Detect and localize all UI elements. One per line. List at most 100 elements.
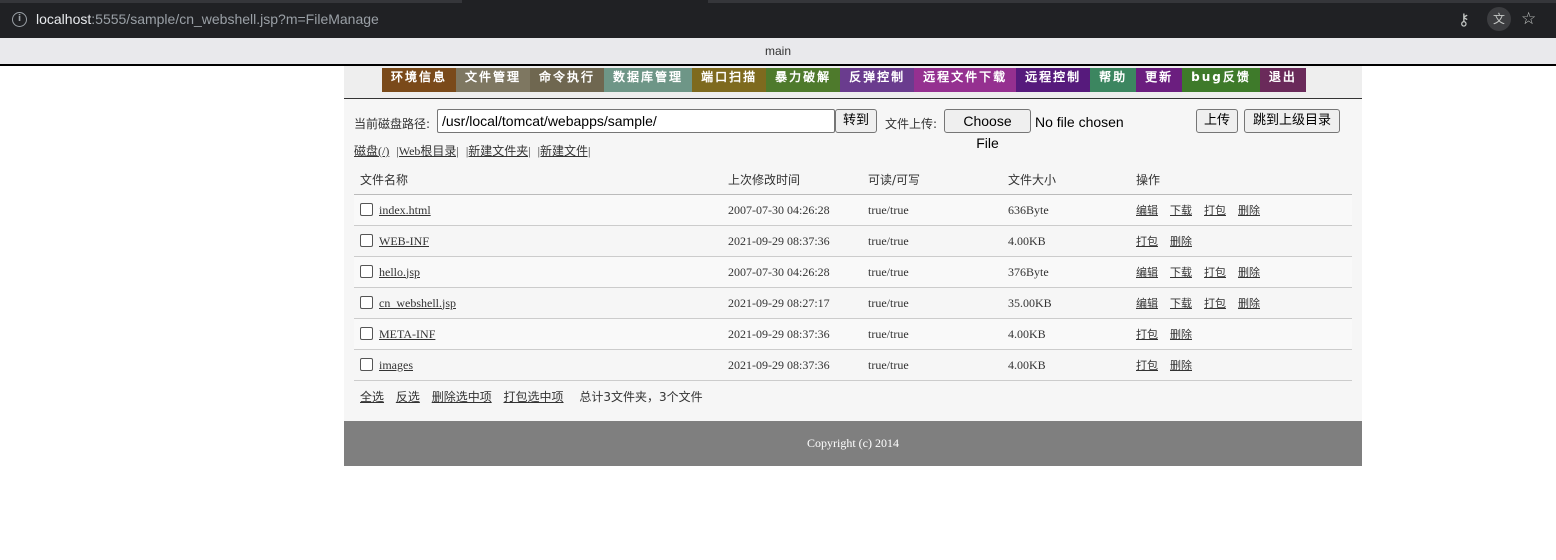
rw-cell: true/true xyxy=(862,318,1002,350)
table-row: index.html 2007-07-30 04:26:28 true/true 63… xyxy=(354,194,1352,226)
frame-title: main xyxy=(764,44,791,58)
path-label: 当前磁盘路径: xyxy=(354,117,431,131)
url-field[interactable]: localhost:5555/sample/cn_webshell.jsp?m=… xyxy=(36,11,379,27)
nav-item[interactable]: bug反馈 xyxy=(1182,68,1260,92)
op-link[interactable]: 打包 xyxy=(1204,297,1226,310)
nav-item[interactable]: 命令执行 xyxy=(530,68,605,92)
new-folder-link[interactable]: |新建文件夹| xyxy=(466,144,531,158)
table-row: cn_webshell.jsp 2021-09-29 08:27:17 true/t… xyxy=(354,287,1352,319)
file-name-link[interactable]: index.html xyxy=(379,203,431,217)
url-path: :5555/sample/cn_webshell.jsp?m=FileManag… xyxy=(91,11,379,27)
header-rw: 可读/可写 xyxy=(862,164,1002,195)
op-link[interactable]: 删除 xyxy=(1170,235,1192,248)
row-checkbox[interactable] xyxy=(360,265,373,279)
ops-cell: 编辑 下载 打包 删除 xyxy=(1130,287,1352,319)
op-link[interactable]: 删除 xyxy=(1170,359,1192,372)
key-icon[interactable]: ⚷ xyxy=(1458,10,1470,29)
bulk-actions: 全选 反选 删除选中项 打包选中项 总计3文件夹，3个文件 xyxy=(360,388,703,405)
tab-strip xyxy=(0,0,1556,3)
file-name-cell: cn_webshell.jsp xyxy=(354,287,722,319)
nav-item[interactable]: 远程文件下载 xyxy=(914,68,1017,92)
rw-cell: true/true xyxy=(862,349,1002,381)
size-cell: 4.00KB xyxy=(1002,225,1130,257)
header-name: 文件名称 xyxy=(354,164,722,195)
ops-cell: 打包 删除 xyxy=(1130,225,1352,257)
info-icon[interactable]: i xyxy=(12,12,27,27)
op-link[interactable]: 打包 xyxy=(1204,266,1226,279)
op-link[interactable]: 打包 xyxy=(1136,235,1158,248)
nav-item[interactable]: 退出 xyxy=(1259,68,1306,92)
op-link[interactable]: 下载 xyxy=(1170,266,1192,279)
nav-item[interactable]: 远程控制 xyxy=(1016,68,1091,92)
file-name-cell: hello.jsp xyxy=(354,256,722,288)
file-name-cell: images xyxy=(354,349,722,381)
modified-cell: 2007-07-30 04:26:28 xyxy=(722,256,862,288)
nav-item[interactable]: 数据库管理 xyxy=(604,68,693,92)
table-row: images 2021-09-29 08:37:36 true/true 4.00KB… xyxy=(354,349,1352,381)
size-cell: 35.00KB xyxy=(1002,287,1130,319)
browser-address-bar: i localhost:5555/sample/cn_webshell.jsp?… xyxy=(0,0,1556,38)
select-all-link[interactable]: 全选 xyxy=(360,390,384,404)
header-ops: 操作 xyxy=(1130,164,1352,195)
op-link[interactable]: 下载 xyxy=(1170,204,1192,217)
upload-label: 文件上传: xyxy=(885,117,938,131)
main-nav: 环境信息 文件管理 命令执行 数据库管理 端口扫描 暴力破解 反弹控制 远程文件下载 远程控制帮… xyxy=(344,66,1362,99)
row-checkbox[interactable] xyxy=(360,327,373,341)
active-tab[interactable] xyxy=(462,0,708,3)
page-container: 环境信息 文件管理 命令执行 数据库管理 端口扫描 暴力破解 反弹控制 远程文件下载 远程控制帮… xyxy=(344,66,1362,466)
new-file-link[interactable]: |新建文件| xyxy=(538,144,591,158)
nav-item[interactable]: 文件管理 xyxy=(456,68,531,92)
nav-item[interactable]: 暴力破解 xyxy=(766,68,841,92)
file-name-link[interactable]: hello.jsp xyxy=(379,265,420,279)
file-name-link[interactable]: META-INF xyxy=(379,327,435,341)
translate-icon[interactable]: 文 xyxy=(1487,7,1511,31)
delete-selected-link[interactable]: 删除选中项 xyxy=(432,390,492,404)
star-icon[interactable]: ☆ xyxy=(1521,9,1536,29)
row-checkbox[interactable] xyxy=(360,358,373,372)
op-link[interactable]: 编辑 xyxy=(1136,204,1158,217)
op-link[interactable]: 编辑 xyxy=(1136,266,1158,279)
op-link[interactable]: 删除 xyxy=(1238,266,1260,279)
op-link[interactable]: 编辑 xyxy=(1136,297,1158,310)
op-link[interactable]: 删除 xyxy=(1238,297,1260,310)
size-cell: 376Byte xyxy=(1002,256,1130,288)
op-link[interactable]: 删除 xyxy=(1238,204,1260,217)
rw-cell: true/true xyxy=(862,225,1002,257)
file-name-link[interactable]: WEB-INF xyxy=(379,234,429,248)
quick-links: 磁盘(/) |Web根目录| |新建文件夹| |新建文件| xyxy=(354,142,594,159)
web-root-link[interactable]: |Web根目录| xyxy=(396,144,459,158)
path-toolbar: 当前磁盘路径: 转到 文件上传: Choose File No file cho… xyxy=(354,109,1354,151)
modified-cell: 2021-09-29 08:37:36 xyxy=(722,318,862,350)
table-header: 文件名称 上次修改时间 可读/可写 文件大小 操作 xyxy=(354,164,1352,195)
file-name-link[interactable]: cn_webshell.jsp xyxy=(379,296,456,310)
op-link[interactable]: 打包 xyxy=(1136,328,1158,341)
parent-dir-button[interactable]: 跳到上级目录 xyxy=(1244,109,1340,133)
row-checkbox[interactable] xyxy=(360,296,373,310)
nav-item[interactable]: 反弹控制 xyxy=(840,68,915,92)
disk-root-link[interactable]: 磁盘(/) xyxy=(354,144,389,158)
path-input[interactable] xyxy=(437,109,835,133)
op-link[interactable]: 打包 xyxy=(1136,359,1158,372)
nav-item[interactable]: 更新 xyxy=(1136,68,1183,92)
op-link[interactable]: 下载 xyxy=(1170,297,1192,310)
op-link[interactable]: 删除 xyxy=(1170,328,1192,341)
row-checkbox[interactable] xyxy=(360,203,373,217)
upload-button[interactable]: 上传 xyxy=(1196,109,1238,133)
file-name-cell: index.html xyxy=(354,194,722,226)
copyright-text: Copyright (c) 2014 xyxy=(807,436,899,450)
nav-item[interactable]: 端口扫描 xyxy=(692,68,767,92)
file-name-link[interactable]: images xyxy=(379,358,413,372)
choose-file-button[interactable]: Choose File xyxy=(944,109,1031,151)
row-checkbox[interactable] xyxy=(360,234,373,248)
size-cell: 4.00KB xyxy=(1002,349,1130,381)
nav-item[interactable]: 帮助 xyxy=(1090,68,1137,92)
table-row: META-INF 2021-09-29 08:37:36 true/true 4.00… xyxy=(354,318,1352,350)
nav-item[interactable]: 环境信息 xyxy=(382,68,457,92)
copyright-footer: Copyright (c) 2014 xyxy=(344,421,1362,466)
invert-selection-link[interactable]: 反选 xyxy=(396,390,420,404)
go-button[interactable]: 转到 xyxy=(835,109,877,133)
no-file-text: No file chosen xyxy=(1035,114,1124,130)
modified-cell: 2021-09-29 08:37:36 xyxy=(722,225,862,257)
op-link[interactable]: 打包 xyxy=(1204,204,1226,217)
pack-selected-link[interactable]: 打包选中项 xyxy=(504,390,564,404)
